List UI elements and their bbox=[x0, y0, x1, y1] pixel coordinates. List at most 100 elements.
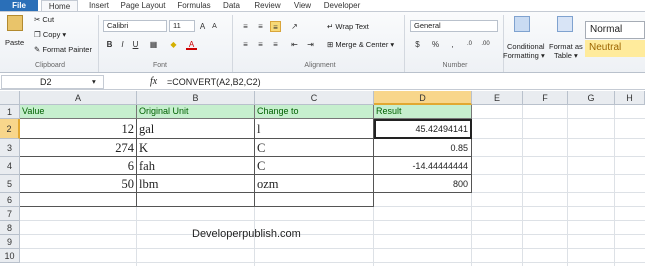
name-box-dropdown-icon[interactable]: ▾ bbox=[92, 77, 96, 86]
row-header[interactable]: 3 bbox=[0, 139, 20, 157]
conditional-formatting-button[interactable]: Conditional bbox=[507, 42, 545, 51]
tab-formulas[interactable]: Formulas bbox=[174, 0, 214, 11]
header-cell-result[interactable]: Result bbox=[374, 105, 472, 119]
cell-result[interactable]: 800 bbox=[374, 175, 472, 193]
font-size-select[interactable]: 11 bbox=[169, 20, 195, 32]
row-header[interactable]: 10 bbox=[0, 249, 20, 263]
group-divider bbox=[503, 15, 504, 72]
row-header[interactable]: 2 bbox=[0, 119, 20, 139]
tab-insert[interactable]: Insert bbox=[84, 0, 114, 11]
row-header[interactable]: 7 bbox=[0, 207, 20, 221]
ribbon-tabs: File Home Insert Page Layout Formulas Da… bbox=[0, 0, 645, 12]
borders-icon[interactable]: ▦ bbox=[148, 39, 159, 50]
tab-developer[interactable]: Developer bbox=[321, 0, 363, 11]
cell-original-unit[interactable]: fah bbox=[137, 157, 255, 175]
align-right-icon[interactable]: ≡ bbox=[270, 39, 281, 50]
column-header-a[interactable]: A bbox=[20, 91, 137, 105]
select-all-corner[interactable] bbox=[0, 91, 20, 105]
cell-original-unit-empty[interactable] bbox=[137, 193, 255, 207]
row-header[interactable]: 9 bbox=[0, 235, 20, 249]
cell-value[interactable]: 50 bbox=[20, 175, 137, 193]
group-divider bbox=[232, 15, 233, 72]
format-as-table-button[interactable]: Format as bbox=[549, 42, 583, 51]
group-divider bbox=[98, 15, 99, 72]
align-top-icon[interactable]: ≡ bbox=[240, 21, 251, 32]
number-format-select[interactable]: General bbox=[410, 20, 498, 32]
percent-button[interactable]: % bbox=[430, 39, 441, 50]
header-cell-original-unit[interactable]: Original Unit bbox=[137, 105, 255, 119]
fill-color-icon[interactable]: ◆ bbox=[168, 39, 179, 50]
cell-original-unit[interactable]: lbm bbox=[137, 175, 255, 193]
underline-button[interactable]: U bbox=[130, 39, 141, 50]
cut-button[interactable]: ✂ Cut bbox=[34, 15, 54, 24]
tab-file[interactable]: File bbox=[0, 0, 38, 11]
merge-center-button[interactable]: ⊞ Merge & Center ▾ bbox=[327, 40, 394, 49]
currency-button[interactable]: $ bbox=[412, 39, 423, 50]
header-cell-value[interactable]: Value bbox=[20, 105, 137, 119]
cell-change-to-empty[interactable] bbox=[255, 193, 374, 207]
row-header[interactable]: 8 bbox=[0, 221, 20, 235]
tab-page-layout[interactable]: Page Layout bbox=[118, 0, 168, 11]
increase-indent-icon[interactable]: ⇥ bbox=[305, 39, 316, 50]
cell-change-to[interactable]: ozm bbox=[255, 175, 374, 193]
decrease-decimal-icon[interactable]: .00 bbox=[480, 39, 491, 50]
italic-button[interactable]: I bbox=[117, 39, 128, 50]
paste-icon[interactable] bbox=[7, 15, 23, 31]
cell-result-active[interactable]: 45.42494141 bbox=[374, 119, 472, 139]
column-header-e[interactable]: E bbox=[472, 91, 523, 105]
copy-button[interactable]: ❐ Copy ▾ bbox=[34, 30, 66, 39]
insert-function-icon[interactable]: fx bbox=[150, 76, 157, 87]
format-as-table-icon[interactable] bbox=[557, 16, 573, 32]
align-bottom-icon[interactable]: ≡ bbox=[270, 21, 281, 32]
row-header[interactable]: 1 bbox=[0, 105, 20, 119]
style-normal[interactable]: Normal bbox=[585, 21, 645, 39]
column-header-h[interactable]: H bbox=[615, 91, 645, 105]
cell-value[interactable]: 274 bbox=[20, 139, 137, 157]
formula-bar: D2 ▾ fx =CONVERT(A2,B2,C2) bbox=[0, 74, 645, 90]
cell-change-to[interactable]: C bbox=[255, 157, 374, 175]
row-header[interactable]: 6 bbox=[0, 193, 20, 207]
number-group-label: Number bbox=[442, 62, 468, 69]
cell-change-to[interactable]: l bbox=[255, 119, 374, 139]
comma-button[interactable]: , bbox=[447, 39, 458, 50]
font-name-select[interactable]: Calibri bbox=[103, 20, 167, 32]
align-center-icon[interactable]: ≡ bbox=[255, 39, 266, 50]
wrap-text-button[interactable]: ↵ Wrap Text bbox=[327, 22, 369, 31]
format-painter-button[interactable]: ✎ Format Painter bbox=[34, 45, 92, 54]
column-header-f[interactable]: F bbox=[523, 91, 568, 105]
style-neutral[interactable]: Neutral bbox=[585, 40, 645, 57]
cell-result[interactable]: -14.44444444 bbox=[374, 157, 472, 175]
cell-original-unit[interactable]: K bbox=[137, 139, 255, 157]
conditional-formatting-icon[interactable] bbox=[514, 16, 530, 32]
column-header-c[interactable]: C bbox=[255, 91, 374, 105]
paste-button[interactable]: Paste bbox=[5, 38, 24, 47]
row-header[interactable]: 5 bbox=[0, 175, 20, 193]
cell-result[interactable]: 0.85 bbox=[374, 139, 472, 157]
tab-view[interactable]: View bbox=[290, 0, 315, 11]
name-box[interactable]: D2 bbox=[1, 75, 104, 89]
header-cell-change-to[interactable]: Change to bbox=[255, 105, 374, 119]
cell-change-to[interactable]: C bbox=[255, 139, 374, 157]
cell-value[interactable]: 6 bbox=[20, 157, 137, 175]
cell-value-empty[interactable] bbox=[20, 193, 137, 207]
row-header[interactable]: 4 bbox=[0, 157, 20, 175]
conditional-formatting-label: Formatting ▾ bbox=[503, 51, 545, 60]
grow-font-icon[interactable]: A bbox=[197, 21, 208, 32]
formula-input[interactable]: =CONVERT(A2,B2,C2) bbox=[167, 74, 261, 90]
bold-button[interactable]: B bbox=[104, 39, 115, 50]
column-header-g[interactable]: G bbox=[568, 91, 615, 105]
tab-data[interactable]: Data bbox=[219, 0, 244, 11]
increase-decimal-icon[interactable]: .0 bbox=[464, 39, 475, 50]
align-middle-icon[interactable]: ≡ bbox=[255, 21, 266, 32]
font-color-icon[interactable]: A bbox=[186, 39, 197, 50]
tab-review[interactable]: Review bbox=[251, 0, 284, 11]
cell-original-unit[interactable]: gal bbox=[137, 119, 255, 139]
decrease-indent-icon[interactable]: ⇤ bbox=[289, 39, 300, 50]
clipboard-group-label: Clipboard bbox=[35, 62, 65, 69]
column-header-d[interactable]: D bbox=[374, 91, 472, 105]
shrink-font-icon[interactable]: A bbox=[209, 21, 220, 32]
align-left-icon[interactable]: ≡ bbox=[240, 39, 251, 50]
orientation-icon[interactable]: ↗ bbox=[289, 21, 300, 32]
column-header-b[interactable]: B bbox=[137, 91, 255, 105]
cell-value[interactable]: 12 bbox=[20, 119, 137, 139]
